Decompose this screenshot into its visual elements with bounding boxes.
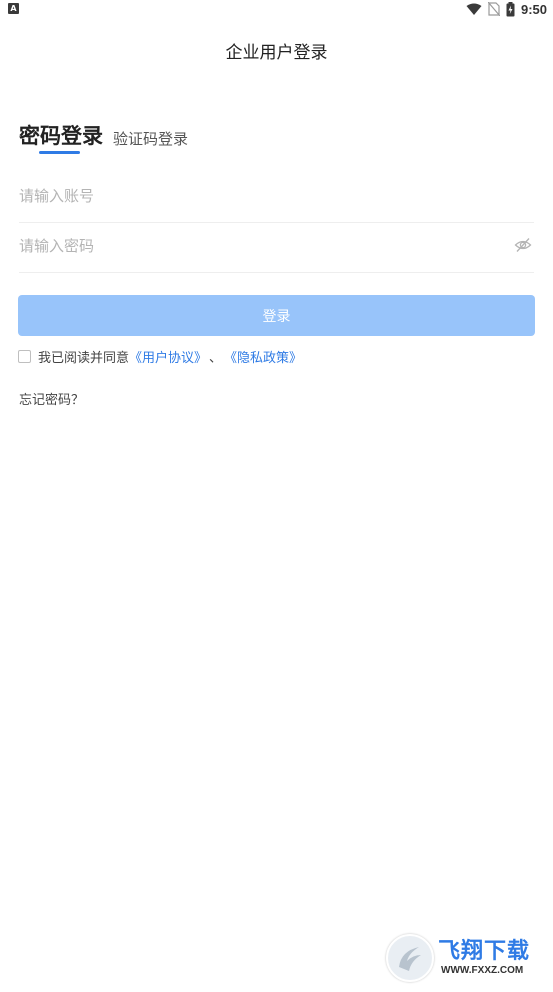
account-input[interactable] bbox=[19, 176, 489, 216]
battery-charging-icon bbox=[506, 1, 515, 16]
notification-icon: A bbox=[8, 3, 19, 14]
agreement-checkbox[interactable] bbox=[18, 350, 31, 363]
agreement-row: 我已阅读并同意 《用户协议》 、 《隐私政策》 bbox=[18, 347, 302, 366]
no-sim-icon bbox=[487, 2, 500, 16]
page-title: 企业用户登录 bbox=[225, 43, 328, 63]
active-tab-indicator bbox=[39, 151, 80, 154]
tab-code-login[interactable]: 验证码登录 bbox=[113, 128, 188, 149]
forgot-password-link[interactable]: 忘记密码？ bbox=[19, 389, 84, 408]
status-time: 9:50 bbox=[520, 1, 547, 17]
password-field bbox=[19, 226, 534, 273]
user-agreement-link[interactable]: 《用户协议》 bbox=[129, 347, 207, 366]
watermark-url: WWW.FXXZ.COM bbox=[438, 965, 527, 977]
account-field bbox=[19, 176, 534, 223]
watermark: 飞翔下载 WWW.FXXZ.COM bbox=[386, 934, 543, 982]
agreement-separator: 、 bbox=[209, 351, 223, 366]
watermark-title: 飞翔下载 bbox=[438, 939, 531, 964]
password-input[interactable] bbox=[19, 226, 489, 266]
eye-off-icon[interactable] bbox=[514, 236, 532, 254]
status-icons: 9:50 bbox=[466, 0, 547, 18]
login-button[interactable]: 登录 bbox=[18, 295, 535, 336]
tab-password-login[interactable]: 密码登录 bbox=[19, 120, 103, 150]
watermark-logo-icon bbox=[386, 934, 434, 982]
agreement-text: 我已阅读并同意 bbox=[38, 351, 130, 366]
wifi-icon bbox=[466, 3, 482, 15]
privacy-policy-link[interactable]: 《隐私政策》 bbox=[224, 347, 302, 366]
status-bar: A 9:50 bbox=[0, 0, 553, 18]
watermark-text: 飞翔下载 WWW.FXXZ.COM bbox=[438, 939, 530, 977]
